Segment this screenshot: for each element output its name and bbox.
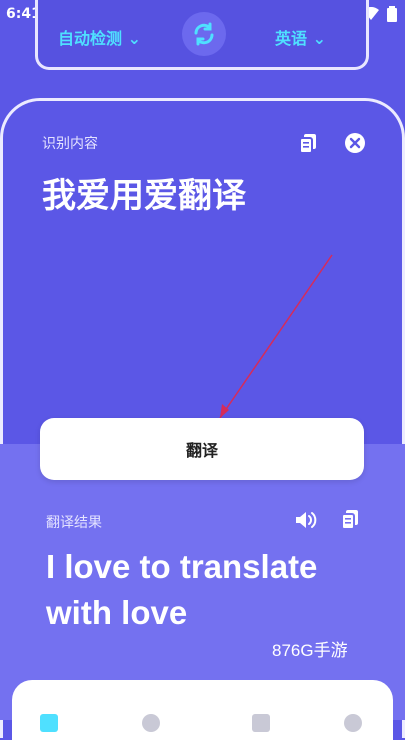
bottom-nav (12, 680, 393, 740)
nav-item-2[interactable] (142, 714, 160, 732)
battery-icon (387, 6, 397, 22)
swap-icon (194, 22, 214, 46)
speak-result-button[interactable] (294, 508, 318, 532)
swap-languages-button[interactable] (182, 12, 226, 56)
clear-source-button[interactable] (343, 131, 367, 155)
source-text[interactable]: 我爱用爱翻译 (42, 168, 246, 217)
copy-icon (341, 510, 358, 530)
language-selector-bar: 自动检测 ⌄ 英语 ⌄ (35, 0, 369, 70)
speaker-icon (296, 512, 317, 528)
result-label: 翻译结果 (46, 515, 102, 531)
source-language-dropdown[interactable]: 自动检测 ⌄ (58, 25, 141, 49)
copy-result-button[interactable] (338, 508, 362, 532)
nav-item-4[interactable] (344, 714, 362, 732)
translate-button[interactable]: 翻译 (40, 418, 364, 480)
copy-icon (299, 134, 316, 154)
target-language-dropdown[interactable]: 英语 ⌄ (275, 25, 326, 49)
source-label: 识别内容 (42, 136, 98, 152)
result-text[interactable]: I love to translate with love (46, 544, 376, 636)
close-icon (345, 133, 365, 153)
copy-source-button[interactable] (296, 132, 320, 156)
watermark: 876G手游 (272, 641, 348, 660)
nav-item-3[interactable] (252, 714, 270, 732)
nav-item-1[interactable] (40, 714, 58, 732)
